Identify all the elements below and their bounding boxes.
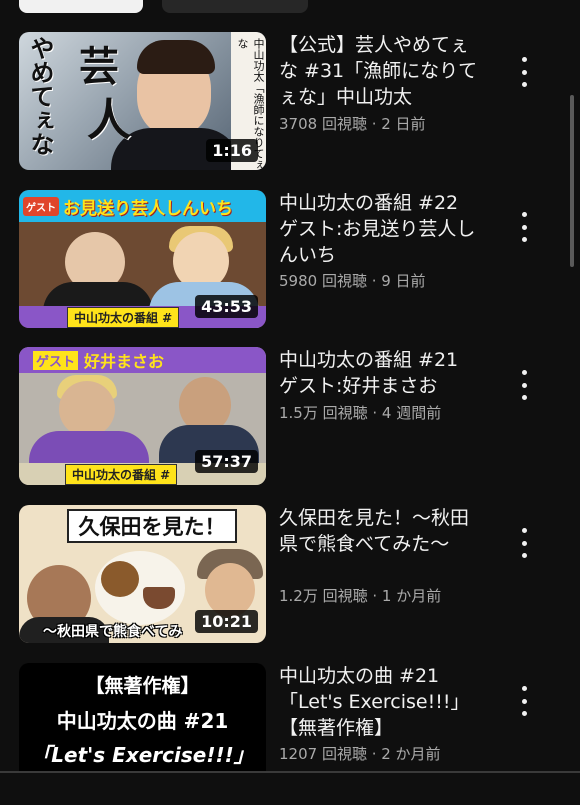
thumbnail-banner: ゲスト 好井まさお [19,347,266,373]
thumbnail-banner-text: 好井まさお [84,352,165,371]
filter-chip-active[interactable] [19,0,143,13]
thumbnail-title-box: 久保田を見た！ [67,509,237,543]
thumbnail-person [205,563,255,617]
video-item[interactable]: 芸 人 やめてぇな 中山功太「漁師になりてぇな 1:16 【公式】芸人やめてぇな… [0,32,580,174]
duration-badge: 10:21 [195,610,258,633]
video-item[interactable]: ゲスト 好井まさお 中山功太の番組 # 57:37 中山功太の番組 #21 ゲス… [0,347,580,489]
video-thumbnail[interactable]: ゲスト 好井まさお 中山功太の番組 # 57:37 [19,347,266,485]
filter-chip[interactable] [162,0,308,13]
video-meta: 3708 回視聴 · 2 日前 [279,115,426,133]
more-vert-icon[interactable] [512,212,536,242]
thumbnail-banner: ゲスト お見送り芸人しんいち [19,190,266,222]
scrollbar[interactable] [570,95,574,267]
video-title[interactable]: 中山功太の番組 #22 ゲスト:お見送り芸人しんいち [279,190,479,268]
bear-illustration [101,561,139,597]
video-meta: 5980 回視聴 · 9 日前 [279,272,426,290]
thumbnail-text: やめてぇな [26,36,55,156]
thumbnail-lowbar-text: 中山功太の番組 # [65,463,178,485]
filter-chips [0,0,580,16]
thumbnail-person [59,381,115,437]
video-thumbnail[interactable]: 【無著作権】 中山功太の曲 #21 「Let's Exercise!!!」 [19,663,266,771]
video-item[interactable]: 【無著作権】 中山功太の曲 #21 「Let's Exercise!!!」 中山… [0,663,580,805]
video-thumbnail[interactable]: ゲスト お見送り芸人しんいち 中山功太の番組 # 43:53 [19,190,266,328]
video-meta: 1.5万 回視聴 · 4 週間前 [279,404,442,422]
duration-badge: 43:53 [195,295,258,318]
video-meta: 1207 回視聴 · 2 か月前 [279,745,441,763]
video-item[interactable]: ゲスト お見送り芸人しんいち 中山功太の番組 # 43:53 中山功太の番組 #… [0,190,580,332]
video-meta: 1.2万 回視聴 · 1 か月前 [279,587,442,605]
thumbnail-text: 【無著作権】 [85,675,200,697]
duration-badge: 1:16 [206,139,258,162]
thumbnail-banner-text: お見送り芸人しんいち [63,198,233,219]
video-title[interactable]: 中山功太の曲 #21「Let's Exercise!!!」【無著作権】 [279,663,474,741]
video-thumbnail[interactable]: 芸 人 やめてぇな 中山功太「漁師になりてぇな 1:16 [19,32,266,170]
more-vert-icon[interactable] [512,57,536,87]
video-title[interactable]: 中山功太の番組 #21 ゲスト:好井まさお [279,347,479,399]
thumbnail-subtitle: 〜秋田県で熊食べてみ [43,624,183,640]
guest-tag: ゲスト [33,350,79,370]
more-vert-icon[interactable] [512,686,536,716]
video-item[interactable]: 久保田を見た！ 〜秋田県で熊食べてみ 10:21 久保田を見た！〜秋田県で熊食べ… [0,505,580,647]
bottom-divider [0,771,580,773]
thumbnail-lowbar-text: 中山功太の番組 # [67,306,180,328]
video-thumbnail[interactable]: 久保田を見た！ 〜秋田県で熊食べてみ 10:21 [19,505,266,643]
more-vert-icon[interactable] [512,370,536,400]
thumbnail-text: 人 [87,95,131,146]
video-title[interactable]: 久保田を見た！〜秋田県で熊食べてみた〜 [279,505,479,557]
guest-tag: ゲスト [23,196,59,216]
thumbnail-text: 「Let's Exercise!!!」 [31,743,254,767]
thumbnail-hair [137,40,215,74]
duration-badge: 57:37 [195,450,258,473]
video-title[interactable]: 【公式】芸人やめてぇな #31「漁師になりてぇな」中山功太 [279,32,479,110]
thumbnail-text: 中山功太の曲 #21 [56,709,229,733]
more-vert-icon[interactable] [512,528,536,558]
